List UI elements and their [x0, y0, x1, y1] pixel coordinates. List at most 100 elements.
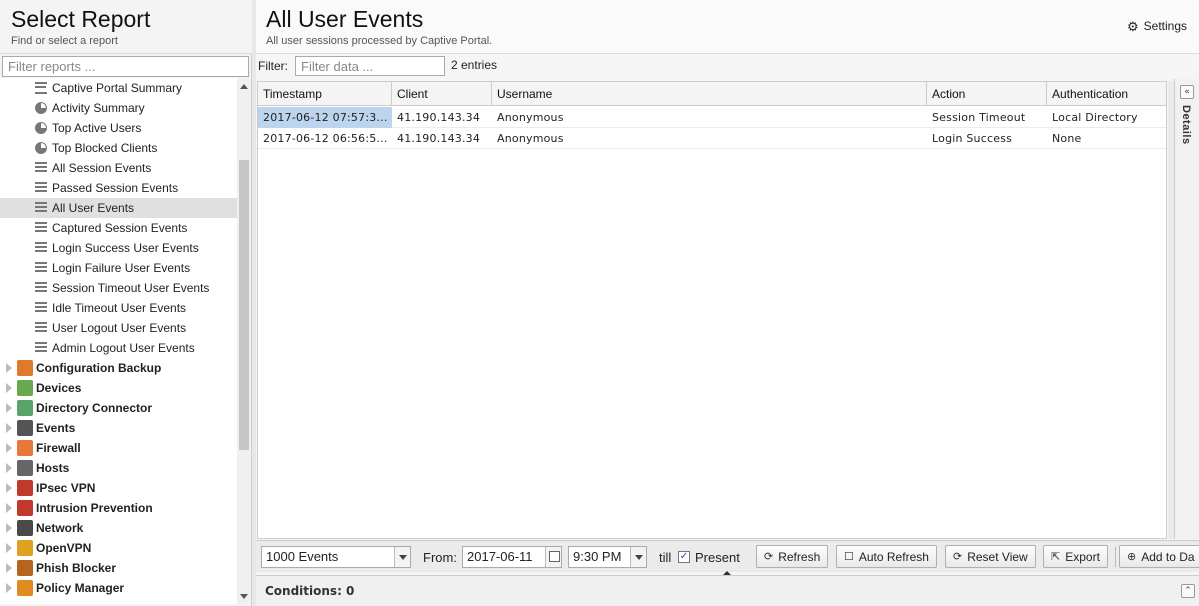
expand-arrow-icon[interactable]	[6, 483, 12, 493]
report-item[interactable]: Captive Portal Summary	[0, 78, 237, 98]
openvpn-icon	[17, 540, 33, 556]
expand-arrow-icon[interactable]	[6, 403, 12, 413]
column-header-action[interactable]: Action	[927, 82, 1047, 106]
conditions-panel[interactable]: Conditions: 0 ⌃	[256, 575, 1199, 606]
report-item[interactable]: Top Active Users	[0, 118, 237, 138]
expand-arrow-icon[interactable]	[6, 503, 12, 513]
column-header-timestamp[interactable]: Timestamp	[258, 82, 392, 106]
from-date-field[interactable]: 2017-06-11	[462, 546, 562, 568]
pie-chart-icon	[35, 102, 47, 114]
expand-arrow-icon[interactable]	[6, 543, 12, 553]
add-to-dashboard-label: Add to Da	[1141, 549, 1195, 564]
table-row[interactable]: 2017-06-12 06:56:5... 41.190.143.34 Anon…	[258, 128, 1166, 149]
report-item[interactable]: Top Blocked Clients	[0, 138, 237, 158]
category-item[interactable]: Configuration Backup	[0, 358, 237, 378]
till-label: till	[659, 550, 672, 565]
report-tree-scrollbar[interactable]	[237, 78, 251, 604]
report-item[interactable]: User Logout User Events	[0, 318, 237, 338]
export-button[interactable]: ⇱ Export	[1043, 545, 1108, 568]
report-item[interactable]: Login Failure User Events	[0, 258, 237, 278]
scroll-down-icon[interactable]	[240, 594, 248, 599]
report-item[interactable]: Captured Session Events	[0, 218, 237, 238]
hosts-icon	[17, 460, 33, 476]
events-limit-value: 1000 Events	[266, 549, 339, 564]
expand-arrow-icon[interactable]	[6, 443, 12, 453]
scroll-thumb[interactable]	[239, 160, 249, 450]
column-header-authentication[interactable]: Authentication	[1047, 82, 1166, 106]
expand-conditions-icon[interactable]: ⌃	[1181, 584, 1195, 598]
report-item[interactable]: Session Timeout User Events	[0, 278, 237, 298]
chevron-down-icon[interactable]	[394, 547, 410, 567]
grid-header: Timestamp Client Username Action Authent…	[258, 82, 1166, 106]
category-label: Hosts	[36, 461, 70, 475]
report-item-label: Admin Logout User Events	[52, 341, 195, 355]
category-label: IPsec VPN	[36, 481, 96, 495]
reset-view-button[interactable]: ⟳ Reset View	[945, 545, 1036, 568]
report-item[interactable]: Admin Logout User Events	[0, 338, 237, 358]
report-item[interactable]: Idle Timeout User Events	[0, 298, 237, 318]
events-limit-select[interactable]: 1000 Events	[261, 546, 411, 568]
category-label: Policy Manager	[36, 581, 125, 595]
report-filter-input[interactable]	[2, 56, 249, 77]
scroll-up-icon[interactable]	[240, 84, 248, 89]
expand-arrow-icon[interactable]	[6, 383, 12, 393]
report-item-label: Login Success User Events	[52, 241, 199, 255]
list-icon	[35, 202, 47, 214]
expand-arrow-icon[interactable]	[6, 523, 12, 533]
category-item[interactable]: Firewall	[0, 438, 237, 458]
list-icon	[35, 342, 47, 354]
report-selector-header: Select Report Find or select a report	[0, 0, 252, 54]
expand-details-icon[interactable]: «	[1180, 85, 1194, 99]
report-item[interactable]: Passed Session Events	[0, 178, 237, 198]
present-checkbox[interactable]: ✓	[678, 551, 690, 563]
details-label: Details	[1180, 105, 1192, 145]
reset-view-label: Reset View	[967, 549, 1028, 564]
report-item[interactable]: Activity Summary	[0, 98, 237, 118]
refresh-button[interactable]: ⟳ Refresh	[756, 545, 829, 568]
data-filter-input[interactable]	[295, 56, 445, 76]
category-item[interactable]: Intrusion Prevention	[0, 498, 237, 518]
expand-arrow-icon[interactable]	[6, 463, 12, 473]
present-label: Present	[695, 550, 740, 565]
category-item[interactable]: Phish Blocker	[0, 558, 237, 578]
phish-blocker-icon	[17, 560, 33, 576]
report-item[interactable]: All Session Events	[0, 158, 237, 178]
column-header-username[interactable]: Username	[492, 82, 927, 106]
events-icon	[17, 420, 33, 436]
ipsec-vpn-icon	[17, 480, 33, 496]
from-time-select[interactable]: 9:30 PM	[568, 546, 647, 568]
filter-label: Filter:	[258, 59, 288, 73]
category-item[interactable]: Devices	[0, 378, 237, 398]
expand-arrow-icon[interactable]	[6, 423, 12, 433]
column-header-client[interactable]: Client	[392, 82, 492, 106]
settings-button[interactable]: ⚙ Settings	[1127, 19, 1187, 33]
report-header: All User Events All user sessions proces…	[256, 0, 1199, 54]
category-item[interactable]: Directory Connector	[0, 398, 237, 418]
calendar-icon[interactable]	[545, 547, 561, 567]
table-row[interactable]: 2017-06-12 07:57:3... 41.190.143.34 Anon…	[258, 107, 1166, 128]
report-item[interactable]: Login Success User Events	[0, 238, 237, 258]
category-item[interactable]: Events	[0, 418, 237, 438]
category-item[interactable]: IPsec VPN	[0, 478, 237, 498]
auto-refresh-button[interactable]: ☐ Auto Refresh	[836, 545, 937, 568]
category-label: Configuration Backup	[36, 361, 162, 375]
category-item[interactable]: Network	[0, 518, 237, 538]
add-to-dashboard-button[interactable]: ⊕ Add to Da	[1119, 545, 1199, 568]
details-panel[interactable]: « Details	[1174, 79, 1199, 539]
report-item-label: Top Blocked Clients	[52, 141, 158, 155]
list-icon	[35, 162, 47, 174]
expand-arrow-icon[interactable]	[6, 363, 12, 373]
report-item-label: Captive Portal Summary	[52, 81, 183, 95]
report-item[interactable]: All User Events	[0, 198, 237, 218]
category-item[interactable]: Policy Manager	[0, 578, 237, 598]
cell-client: 41.190.143.34	[397, 111, 481, 124]
expand-arrow-icon[interactable]	[6, 583, 12, 593]
cell-client: 41.190.143.34	[397, 132, 481, 145]
category-item[interactable]: OpenVPN	[0, 538, 237, 558]
plus-icon: ⊕	[1127, 551, 1137, 563]
chevron-down-icon[interactable]	[630, 547, 646, 567]
expand-arrow-icon[interactable]	[6, 563, 12, 573]
intrusion-prevention-icon	[17, 500, 33, 516]
category-item[interactable]: Hosts	[0, 458, 237, 478]
report-item-label: All Session Events	[52, 161, 152, 175]
